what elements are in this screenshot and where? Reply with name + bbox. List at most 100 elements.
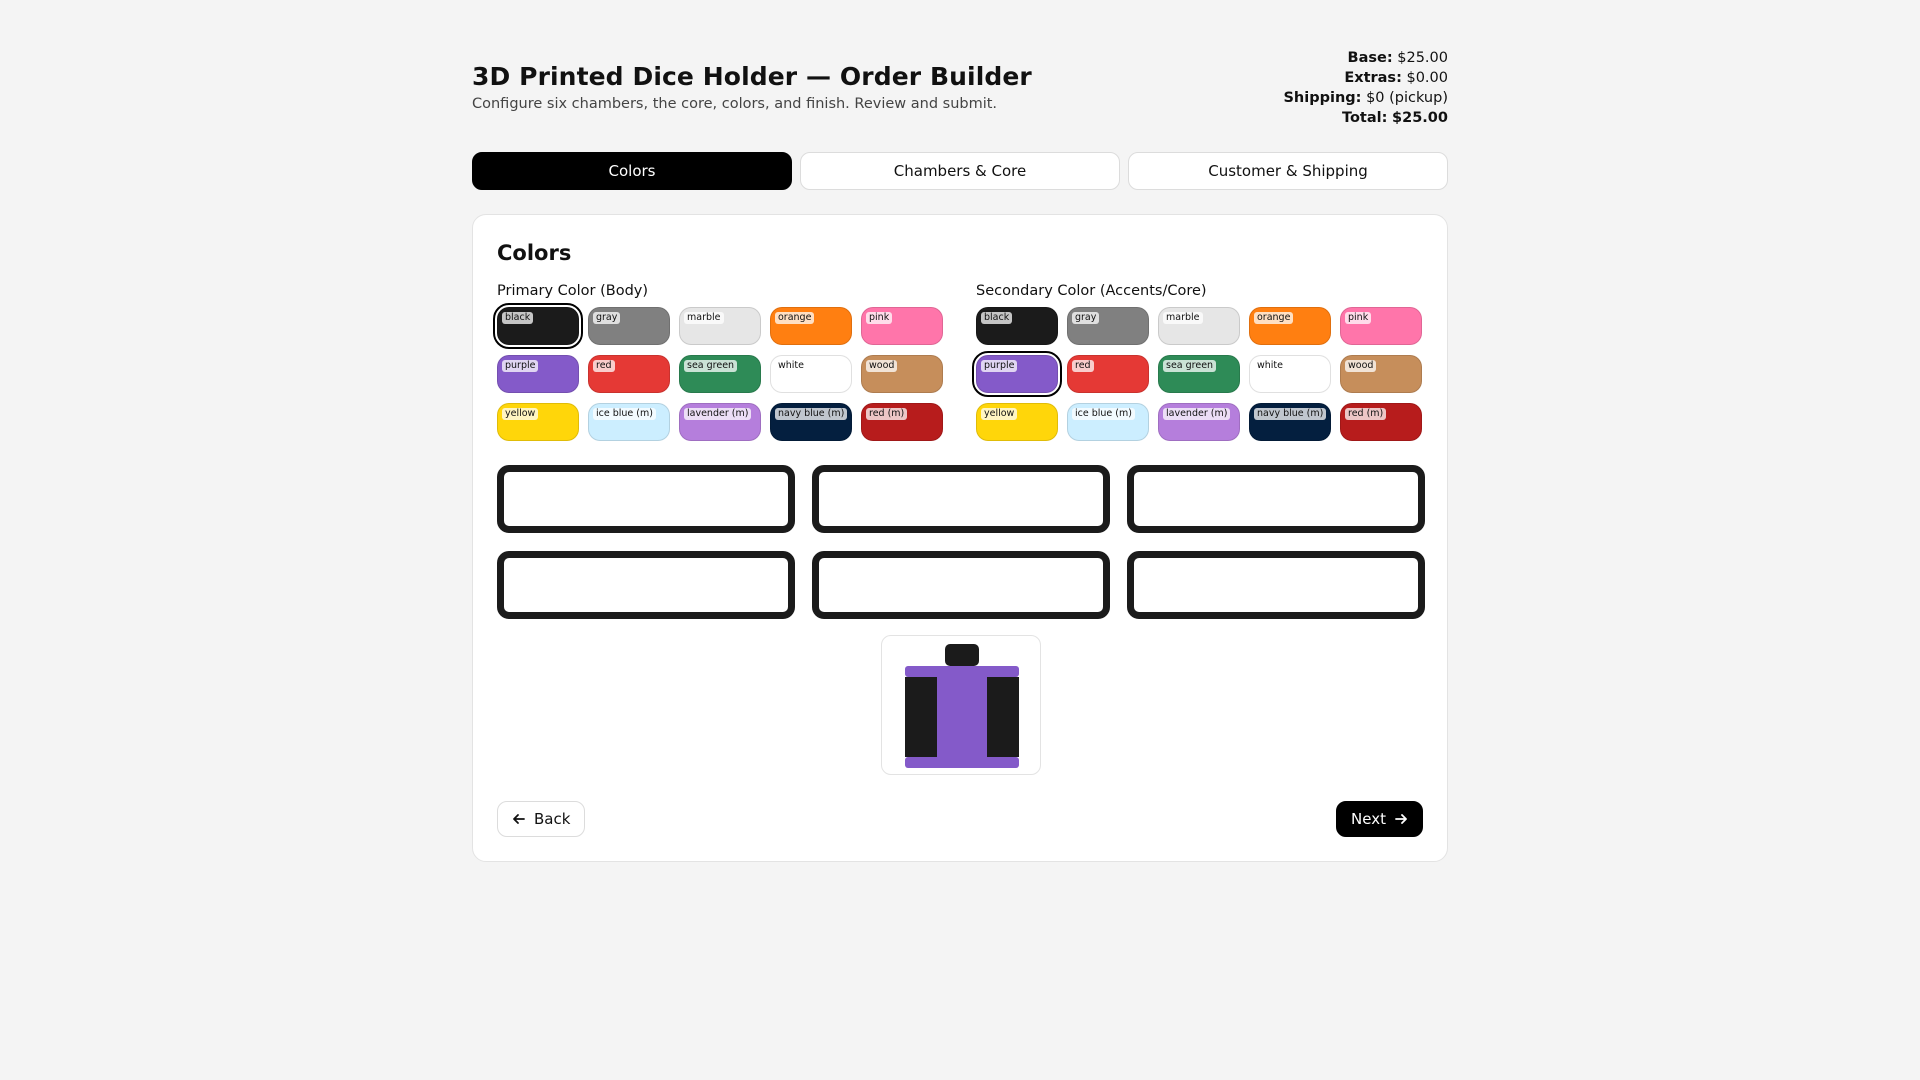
- swatch-label: red: [593, 360, 615, 372]
- next-button[interactable]: Next: [1336, 801, 1423, 837]
- chamber-slot-5[interactable]: [812, 551, 1110, 619]
- secondary-swatch-wood[interactable]: wood: [1340, 355, 1422, 393]
- primary-swatch-black[interactable]: black: [493, 303, 583, 349]
- primary-swatch-purple[interactable]: purple: [497, 355, 579, 393]
- chamber-slot-1[interactable]: [497, 465, 795, 533]
- preview-bottom-band: [905, 757, 1019, 768]
- secondary-swatch-pink[interactable]: pink: [1340, 307, 1422, 345]
- swatch-label: navy blue (m): [1254, 408, 1327, 420]
- primary-swatch-sea-green[interactable]: sea green: [679, 355, 761, 393]
- swatch-label: gray: [593, 312, 621, 324]
- secondary-swatch-sea-green[interactable]: sea green: [1158, 355, 1240, 393]
- dice-holder-preview: [881, 635, 1041, 775]
- swatch-label: white: [1254, 360, 1286, 372]
- swatch-label: purple: [981, 360, 1018, 372]
- primary-swatch-wood[interactable]: wood: [861, 355, 943, 393]
- preview-lid-knob: [945, 644, 979, 666]
- primary-swatch-lavender-m[interactable]: lavender (m): [679, 403, 761, 441]
- secondary-swatch-yellow[interactable]: yellow: [976, 403, 1058, 441]
- swatch-label: navy blue (m): [775, 408, 848, 420]
- primary-swatch-gray[interactable]: gray: [588, 307, 670, 345]
- secondary-swatch-ice-blue-m[interactable]: ice blue (m): [1067, 403, 1149, 441]
- colors-card: Colors Primary Color (Body) black gray mar…: [472, 214, 1448, 862]
- secondary-swatch-grid: black gray marble orange pink purple red sea gr…: [972, 307, 1431, 441]
- tab-chambers-core[interactable]: Chambers & Core: [800, 152, 1120, 190]
- chamber-slot-6[interactable]: [1127, 551, 1425, 619]
- swatch-label: white: [775, 360, 807, 372]
- extras-price-row: Extras: $0.00: [1283, 68, 1448, 88]
- header: 3D Printed Dice Holder — Order Builder C…: [472, 50, 1448, 152]
- swatch-label: gray: [1072, 312, 1100, 324]
- swatch-label: purple: [502, 360, 539, 372]
- dice-holder-preview-image: [905, 644, 1019, 768]
- page-title: 3D Printed Dice Holder — Order Builder: [472, 62, 1032, 91]
- chamber-slot-2[interactable]: [812, 465, 1110, 533]
- chamber-slot-3[interactable]: [1127, 465, 1425, 533]
- order-builder-page: 3D Printed Dice Holder — Order Builder C…: [472, 50, 1448, 862]
- back-button[interactable]: Back: [497, 801, 586, 837]
- base-price-value: $25.00: [1397, 50, 1448, 66]
- secondary-swatch-navy-blue-m[interactable]: navy blue (m): [1249, 403, 1331, 441]
- swatch-label: red (m): [866, 408, 908, 420]
- primary-swatch-yellow[interactable]: yellow: [497, 403, 579, 441]
- primary-swatch-grid: black gray marble orange pink purple red sea gr…: [493, 303, 952, 441]
- primary-swatch-pink[interactable]: pink: [861, 307, 943, 345]
- secondary-swatch-black[interactable]: black: [976, 307, 1058, 345]
- primary-swatch-navy-blue-m[interactable]: navy blue (m): [770, 403, 852, 441]
- secondary-swatch-gray[interactable]: gray: [1067, 307, 1149, 345]
- primary-swatch-marble[interactable]: marble: [679, 307, 761, 345]
- shipping-price-row: Shipping: $0 (pickup): [1283, 88, 1448, 108]
- step-tabs: Colors Chambers & Core Customer & Shippi…: [472, 152, 1448, 190]
- swatch-label: wood: [1345, 360, 1377, 372]
- secondary-color-group: Secondary Color (Accents/Core) black gray…: [972, 283, 1431, 441]
- swatch-label: pink: [1345, 312, 1372, 324]
- tab-colors[interactable]: Colors: [472, 152, 792, 190]
- primary-swatch-ice-blue-m[interactable]: ice blue (m): [588, 403, 670, 441]
- primary-swatch-red-m[interactable]: red (m): [861, 403, 943, 441]
- swatch-label: ice blue (m): [1072, 408, 1135, 420]
- extras-price-value: $0.00: [1406, 70, 1448, 86]
- shipping-price-value: $0 (pickup): [1366, 90, 1448, 106]
- swatch-label: pink: [866, 312, 893, 324]
- swatch-label: black: [502, 312, 534, 324]
- section-title: Colors: [497, 241, 572, 265]
- swatch-label: orange: [775, 312, 815, 324]
- swatch-label: marble: [684, 312, 724, 324]
- chamber-grid: [497, 465, 1425, 619]
- swatch-label: lavender (m): [684, 408, 752, 420]
- swatch-label: yellow: [981, 408, 1018, 420]
- primary-swatch-white[interactable]: white: [770, 355, 852, 393]
- secondary-swatch-purple[interactable]: purple: [972, 351, 1062, 397]
- secondary-swatch-orange[interactable]: orange: [1249, 307, 1331, 345]
- swatch-label: yellow: [502, 408, 539, 420]
- page-subtitle: Configure six chambers, the core, colors…: [472, 96, 998, 112]
- base-price-label: Base:: [1347, 50, 1393, 66]
- swatch-label: red: [1072, 360, 1094, 372]
- next-button-label: Next: [1351, 810, 1386, 828]
- primary-swatch-red[interactable]: red: [588, 355, 670, 393]
- secondary-swatch-red[interactable]: red: [1067, 355, 1149, 393]
- swatch-label: marble: [1163, 312, 1203, 324]
- tab-customer-shipping[interactable]: Customer & Shipping: [1128, 152, 1448, 190]
- extras-price-label: Extras:: [1344, 70, 1402, 86]
- secondary-swatch-lavender-m[interactable]: lavender (m): [1158, 403, 1240, 441]
- swatch-label: black: [981, 312, 1013, 324]
- price-summary: Base: $25.00 Extras: $0.00 Shipping: $0 …: [1283, 48, 1448, 128]
- arrow-right-icon: [1394, 812, 1408, 826]
- primary-color-label: Primary Color (Body): [497, 283, 649, 299]
- primary-color-group: Primary Color (Body) black gray marble oran…: [493, 283, 952, 441]
- preview-top-band: [905, 666, 1019, 677]
- swatch-label: lavender (m): [1163, 408, 1231, 420]
- secondary-swatch-red-m[interactable]: red (m): [1340, 403, 1422, 441]
- chamber-slot-4[interactable]: [497, 551, 795, 619]
- swatch-label: orange: [1254, 312, 1294, 324]
- back-button-label: Back: [534, 810, 571, 828]
- secondary-swatch-white[interactable]: white: [1249, 355, 1331, 393]
- total-price-row: Total: $25.00: [1283, 108, 1448, 128]
- total-price-value: $25.00: [1392, 110, 1448, 126]
- swatch-label: wood: [866, 360, 898, 372]
- secondary-swatch-marble[interactable]: marble: [1158, 307, 1240, 345]
- shipping-price-label: Shipping:: [1283, 90, 1362, 106]
- swatch-label: red (m): [1345, 408, 1387, 420]
- primary-swatch-orange[interactable]: orange: [770, 307, 852, 345]
